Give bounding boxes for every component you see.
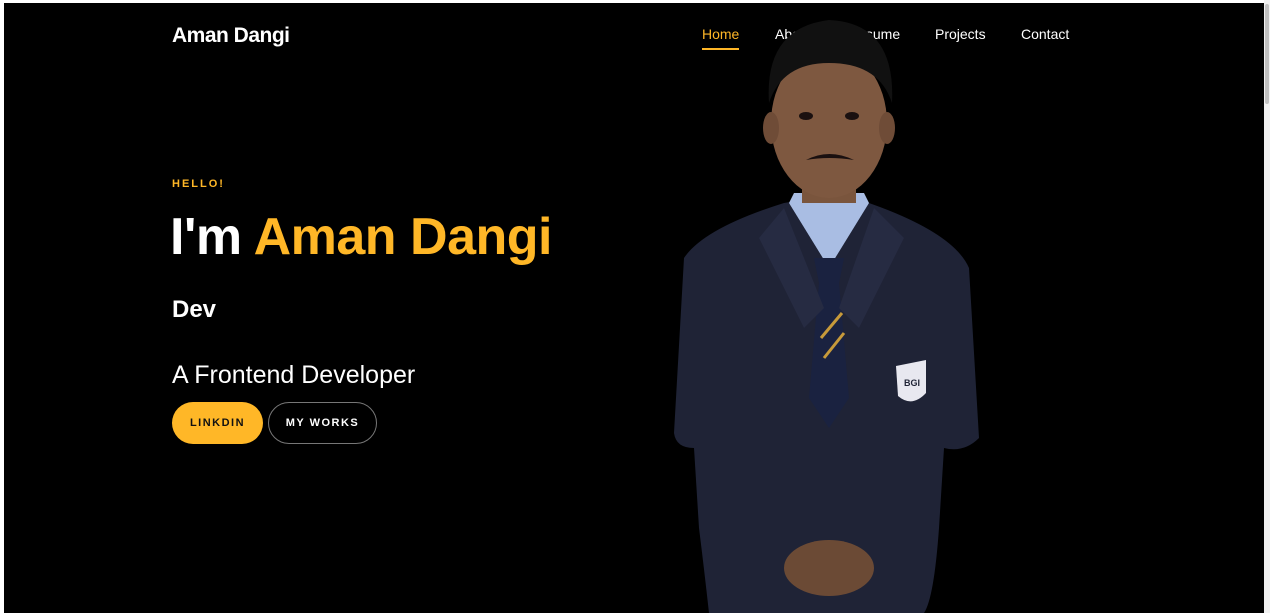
hero-headline: I'm Aman Dangi [170, 207, 552, 267]
hero-greeting: HELLO! [172, 178, 225, 190]
svg-text:BGI: BGI [904, 378, 920, 388]
hero-subtitle: Dev [172, 296, 217, 323]
profile-photo: BGI [674, 20, 979, 613]
nav-contact[interactable]: Contact [1021, 26, 1069, 42]
my-works-button[interactable]: MY WORKS [268, 402, 377, 444]
headline-name: Aman Dangi [253, 208, 553, 266]
scrollbar-thumb[interactable] [1265, 4, 1269, 104]
page-scrollbar[interactable] [1264, 0, 1270, 613]
site-logo[interactable]: Aman Dangi [172, 24, 290, 48]
headline-prefix: I'm [170, 208, 242, 266]
hero-role: A Frontend Developer [172, 361, 416, 389]
linkedin-button[interactable]: LINKDIN [172, 402, 263, 444]
hero-section: Aman Dangi Home About Resume Projects Co… [4, 3, 1264, 613]
